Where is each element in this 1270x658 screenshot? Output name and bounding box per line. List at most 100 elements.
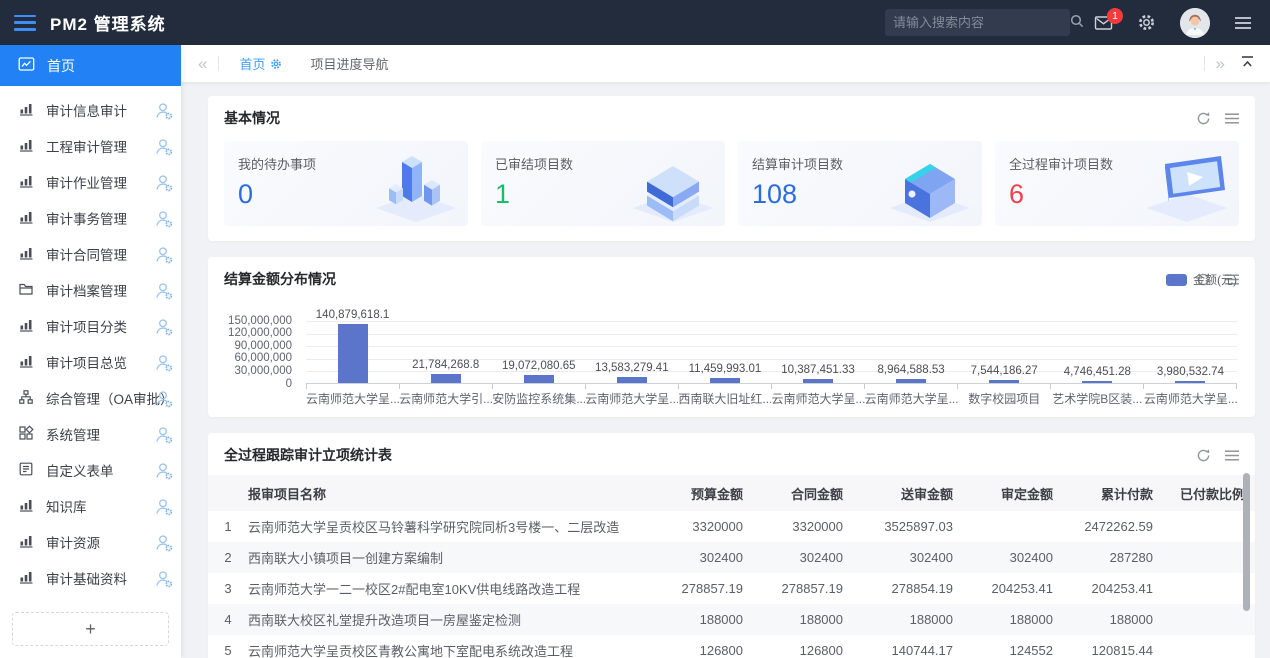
person-gear-icon[interactable]: [154, 533, 174, 556]
sidebar-item[interactable]: 工程审计管理: [0, 128, 181, 164]
tab-item[interactable]: 项目进度导航: [296, 45, 402, 82]
sidebar-toggle-icon[interactable]: [14, 15, 36, 31]
tabs-scroll-left-icon[interactable]: «: [193, 54, 212, 74]
search-input[interactable]: [893, 15, 1069, 30]
menu-icon[interactable]: [1234, 16, 1252, 30]
y-axis-tick-label: 120,000,000: [214, 327, 292, 339]
bar-chart-icon: [18, 533, 34, 552]
sidebar-item[interactable]: 审计项目分类: [0, 308, 181, 344]
chart-bar[interactable]: [524, 375, 554, 383]
chart-bar[interactable]: [896, 379, 926, 383]
panel-menu-icon[interactable]: [1225, 450, 1239, 461]
chart-bar[interactable]: [617, 377, 647, 383]
avatar[interactable]: [1180, 8, 1210, 38]
person-gear-icon[interactable]: [154, 497, 174, 520]
gear-icon[interactable]: [1137, 13, 1156, 32]
person-gear-icon[interactable]: [154, 353, 174, 376]
row-index: 4: [208, 612, 248, 627]
sidebar-item[interactable]: 审计项目总览: [0, 344, 181, 380]
sidebar-item[interactable]: 综合管理（OA审批）: [0, 380, 181, 416]
chart-column: 8,964,588.53: [865, 321, 958, 383]
refresh-icon[interactable]: [1196, 111, 1211, 126]
person-gear-icon[interactable]: [154, 137, 174, 160]
y-axis-tick-label: 30,000,000: [214, 365, 292, 377]
person-gear-icon[interactable]: [154, 425, 174, 448]
sidebar-item[interactable]: 审计基础资料: [0, 560, 181, 596]
refresh-icon[interactable]: [1196, 448, 1211, 463]
table-row[interactable]: 3云南师范大学一二一校区2#配电室10KV供电线路改造工程278857.1927…: [208, 573, 1255, 604]
chart-bar[interactable]: [338, 324, 368, 383]
chart-legend[interactable]: 金额(元): [1166, 271, 1237, 288]
content-scroll[interactable]: 基本情况 我的待办事项0已审结项目数1结算审计项目数108全过程审计项目数6: [181, 82, 1270, 658]
person-gear-icon[interactable]: [154, 281, 174, 304]
table-header-cell: 累计付款: [1063, 484, 1163, 503]
bar-chart-icon: [18, 101, 34, 120]
bar-chart-icon: [18, 317, 34, 336]
sidebar-item[interactable]: 审计资源: [0, 524, 181, 560]
x-axis-category-label: 艺术学院B区装...: [1051, 390, 1144, 407]
table-cell: 188000: [753, 612, 853, 627]
chart-bar[interactable]: [431, 374, 461, 383]
sidebar-item-home[interactable]: 首页: [0, 45, 181, 86]
axis-tick: [772, 384, 865, 389]
person-gear-icon[interactable]: [154, 245, 174, 268]
stat-card[interactable]: 全过程审计项目数6: [995, 141, 1239, 226]
sidebar-item[interactable]: 审计事务管理: [0, 200, 181, 236]
table-row[interactable]: 2西南联大小镇项目一创建方案编制302400302400302400302400…: [208, 542, 1255, 573]
basic-info-panel: 基本情况 我的待办事项0已审结项目数1结算审计项目数108全过程审计项目数6: [208, 96, 1255, 241]
person-gear-icon[interactable]: [154, 173, 174, 196]
sidebar-item[interactable]: 审计信息审计: [0, 92, 181, 128]
sidebar-item[interactable]: 知识库: [0, 488, 181, 524]
collapse-all-icon[interactable]: [1230, 54, 1260, 74]
table-header-cell: 预算金额: [653, 484, 753, 503]
global-search[interactable]: [885, 9, 1070, 36]
projects-table: 报审项目名称预算金额合同金额送审金额审定金额累计付款已付款比例1云南师范大学呈贡…: [208, 475, 1255, 658]
stat-card[interactable]: 我的待办事项0: [224, 141, 468, 226]
person-gear-icon[interactable]: [154, 101, 174, 124]
stat-card[interactable]: 已审结项目数1: [481, 141, 725, 226]
table-cell: 126800: [653, 643, 753, 658]
table-scrollbar[interactable]: [1243, 473, 1250, 611]
sidebar-item-label: 审计资源: [46, 532, 100, 552]
y-axis-tick-label: 60,000,000: [214, 352, 292, 364]
org-icon: [18, 389, 34, 408]
table-row[interactable]: 5云南师范大学呈贡校区青教公寓地下室配电系统改造工程12680012680014…: [208, 635, 1255, 658]
person-gear-icon[interactable]: [154, 461, 174, 484]
sidebar-item[interactable]: 审计档案管理: [0, 272, 181, 308]
panel-menu-icon[interactable]: [1225, 113, 1239, 124]
chart-bar[interactable]: [803, 379, 833, 383]
person-gear-icon[interactable]: [154, 209, 174, 232]
person-gear-icon[interactable]: [154, 317, 174, 340]
table-cell: 2472262.59: [1063, 519, 1163, 534]
tab-label: 首页: [239, 54, 265, 73]
chart-bar[interactable]: [710, 378, 740, 383]
row-index: 2: [208, 550, 248, 565]
table-row[interactable]: 1云南师范大学呈贡校区马铃薯科学研究院同析3号楼一、二层改造3320000332…: [208, 511, 1255, 542]
sidebar-add-button[interactable]: +: [12, 612, 169, 646]
mail-icon[interactable]: 1: [1094, 15, 1113, 31]
stat-card[interactable]: 结算审计项目数108: [738, 141, 982, 226]
bar-chart: 150,000,000120,000,00090,000,00060,000,0…: [214, 293, 1245, 411]
divider: [218, 56, 219, 71]
table-cell: 140744.17: [853, 643, 963, 658]
sidebar-item[interactable]: 系统管理: [0, 416, 181, 452]
tab-home[interactable]: 首页: [225, 45, 296, 82]
sidebar-item[interactable]: 自定义表单: [0, 452, 181, 488]
bar-value-label: 3,980,532.74: [1157, 366, 1224, 378]
sidebar-home-label: 首页: [47, 56, 75, 76]
search-icon[interactable]: [1069, 13, 1085, 32]
sidebar-item[interactable]: 审计合同管理: [0, 236, 181, 272]
chart-bar[interactable]: [1082, 381, 1112, 383]
bar-value-label: 13,583,279.41: [595, 362, 669, 374]
chart-bar[interactable]: [1175, 381, 1205, 383]
sidebar-item-label: 审计项目分类: [46, 316, 127, 336]
tab-gear-icon[interactable]: [270, 58, 282, 70]
person-gear-icon[interactable]: [154, 389, 174, 412]
person-gear-icon[interactable]: [154, 569, 174, 592]
tabs-scroll-right-icon[interactable]: »: [1211, 54, 1230, 74]
table-row[interactable]: 4西南联大校区礼堂提升改造项目一房屋鉴定检测188000188000188000…: [208, 604, 1255, 635]
table-cell: 3320000: [753, 519, 853, 534]
chart-bar[interactable]: [989, 380, 1019, 383]
chart-columns: 140,879,618.121,784,268.819,072,080.6513…: [306, 321, 1237, 383]
sidebar-item[interactable]: 审计作业管理: [0, 164, 181, 200]
